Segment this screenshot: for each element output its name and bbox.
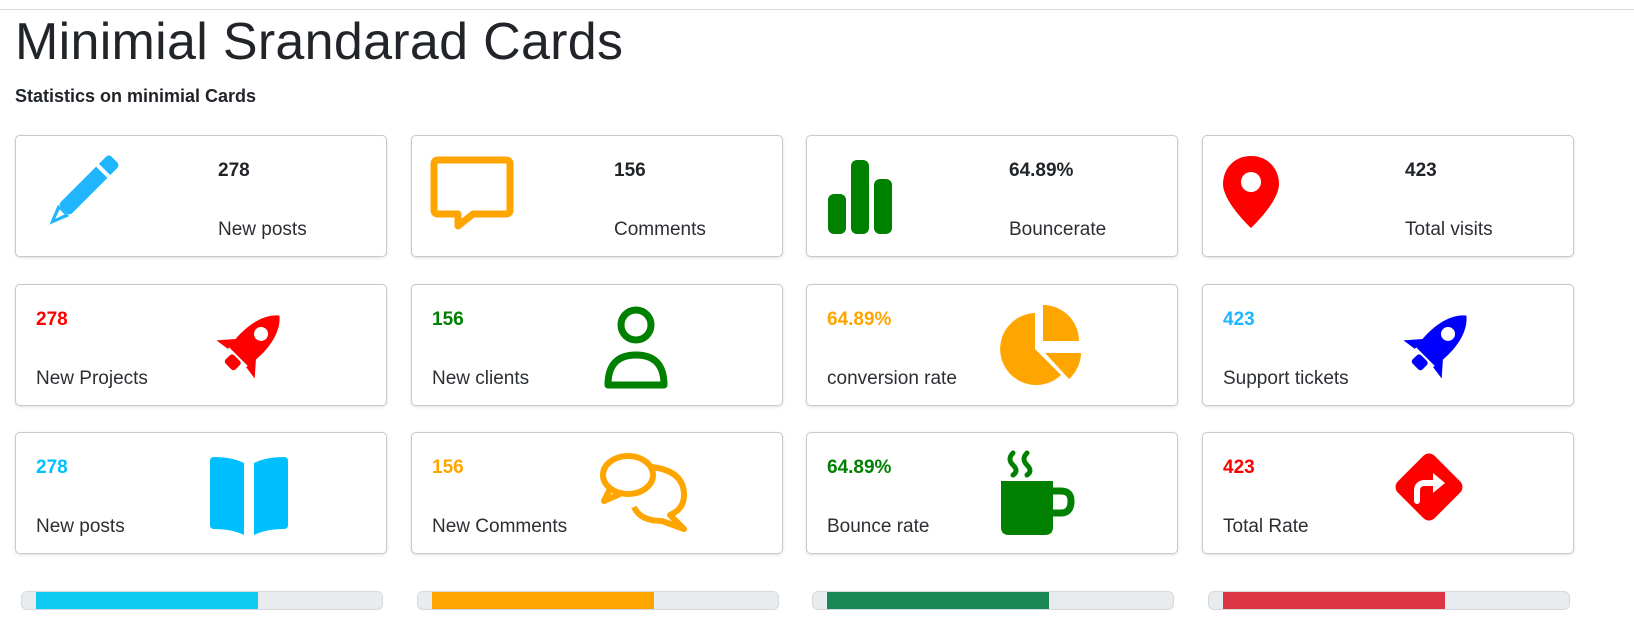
stat-card-total-rate: 423 Total Rate — [1202, 432, 1574, 554]
progress-bar-2 — [417, 591, 779, 610]
progress-bar-1 — [21, 591, 383, 610]
progress-fill — [36, 592, 258, 609]
pencil-icon — [49, 155, 119, 225]
book-icon — [210, 457, 288, 535]
stat-card-comments: 156 Comments — [411, 135, 783, 257]
progress-fill — [827, 592, 1049, 609]
stat-value: 278 — [218, 160, 250, 181]
stat-label: Total visits — [1405, 219, 1493, 240]
top-divider — [0, 9, 1634, 10]
stat-label: New Projects — [36, 368, 148, 389]
progress-bar-4 — [1208, 591, 1570, 610]
stat-label: Total Rate — [1223, 516, 1309, 537]
stat-card-bouncerate: 64.89% Bouncerate — [806, 135, 1178, 257]
pie-chart-icon — [1000, 305, 1081, 385]
stat-label: Support tickets — [1223, 368, 1349, 389]
stat-card-bounce-rate: 64.89% Bounce rate — [806, 432, 1178, 554]
progress-fill — [1223, 592, 1445, 609]
coffee-cup-icon — [1001, 450, 1075, 535]
stat-label: New Comments — [432, 516, 568, 537]
comments-icon — [600, 453, 687, 532]
directions-sign-icon — [1395, 453, 1463, 521]
stat-card-new-projects: 278 New Projects — [15, 284, 387, 406]
map-pin-icon — [1223, 156, 1279, 228]
progress-fill — [432, 592, 654, 609]
stat-card-new-comments: 156 New Comments — [411, 432, 783, 554]
rocket-icon — [1403, 315, 1467, 379]
stat-label: Bouncerate — [1009, 219, 1107, 240]
page-subtitle: Statistics on minimial Cards — [15, 86, 257, 106]
stat-value: 64.89% — [827, 457, 892, 478]
stat-value: 278 — [36, 457, 68, 478]
stat-card-new-posts-2: 278 New posts — [15, 432, 387, 554]
stat-value: 278 — [36, 309, 68, 330]
page-title: Minimial Srandarad Cards — [15, 13, 624, 71]
stat-card-new-posts: 278 New posts — [15, 135, 387, 257]
speech-bubble-icon — [430, 156, 514, 230]
stat-value: 423 — [1223, 309, 1255, 330]
stat-value: 156 — [614, 160, 646, 181]
stat-card-conversion-rate: 64.89% conversion rate — [806, 284, 1178, 406]
user-icon — [604, 306, 668, 389]
stat-value: 64.89% — [827, 309, 892, 330]
stat-label: New posts — [218, 219, 307, 240]
stat-value: 423 — [1223, 457, 1255, 478]
stat-card-new-clients: 156 New clients — [411, 284, 783, 406]
rocket-icon — [216, 315, 280, 379]
stat-value: 64.89% — [1009, 160, 1074, 181]
stat-card-total-visits: 423 Total visits — [1202, 135, 1574, 257]
stat-value: 156 — [432, 457, 464, 478]
bar-chart-icon — [828, 160, 892, 234]
stat-label: Comments — [614, 219, 706, 240]
progress-bar-3 — [812, 591, 1174, 610]
stat-label: conversion rate — [827, 368, 957, 389]
stat-value: 156 — [432, 309, 464, 330]
stat-card-support-tickets: 423 Support tickets — [1202, 284, 1574, 406]
stat-label: Bounce rate — [827, 516, 930, 537]
stat-label: New clients — [432, 368, 530, 389]
stat-label: New posts — [36, 516, 125, 537]
stat-value: 423 — [1405, 160, 1437, 181]
